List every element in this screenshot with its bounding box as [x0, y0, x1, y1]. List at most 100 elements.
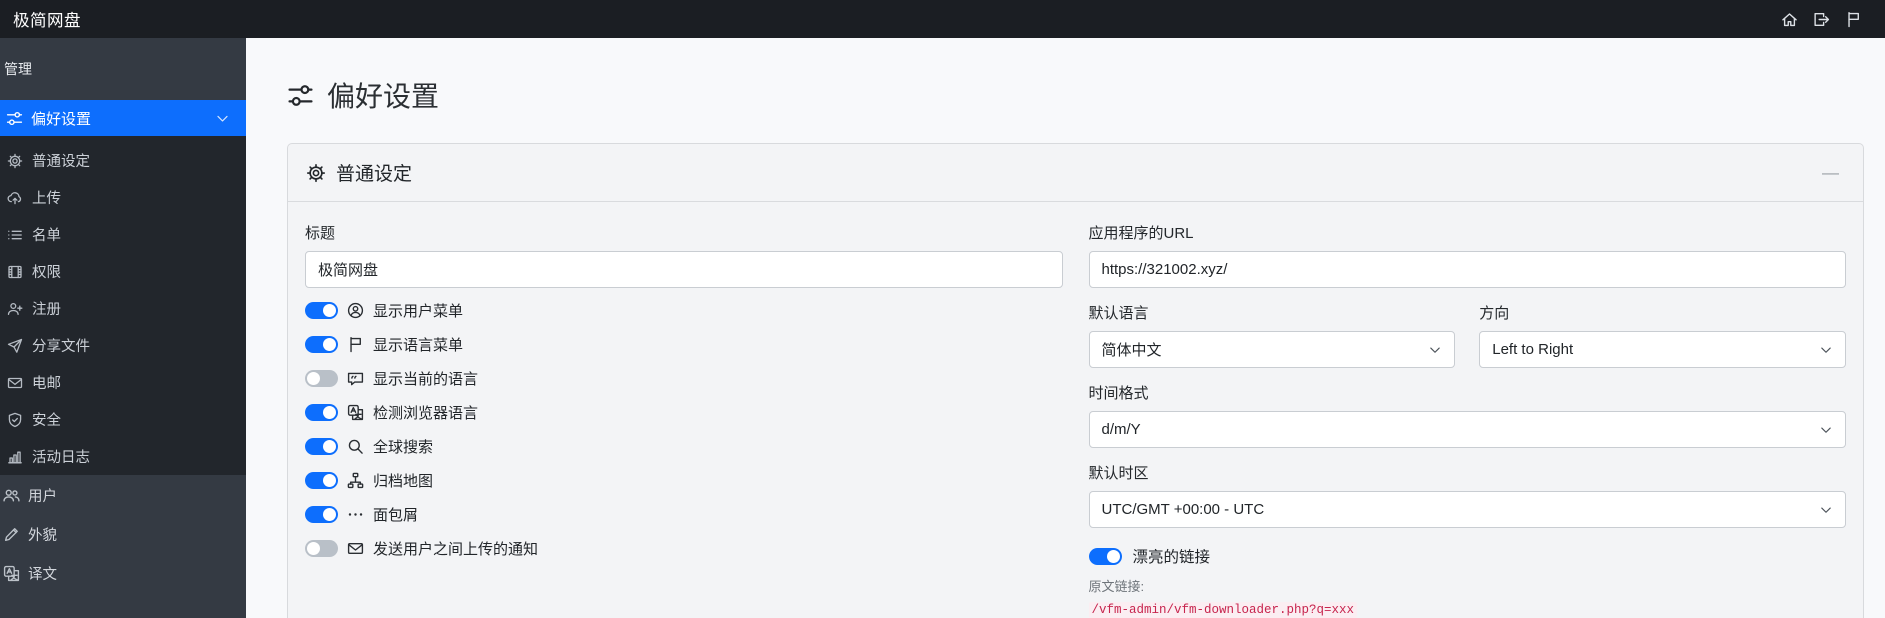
sidebar-subitem-bar-chart[interactable]: 活动日志 [0, 438, 246, 475]
sliders-icon [287, 82, 314, 109]
sidebar-subitem-envelope[interactable]: 电邮 [0, 364, 246, 401]
sidebar-subitem-send[interactable]: 分享文件 [0, 327, 246, 364]
toggle-row: 面包屑 [305, 497, 1063, 531]
sidebar-subitem-label: 分享文件 [32, 339, 90, 355]
pretty-links-label: 漂亮的链接 [1132, 549, 1211, 566]
time-format-select[interactable]: d/m/Y [1088, 411, 1846, 448]
envelope-icon [347, 540, 364, 557]
toggle-label: 检测浏览器语言 [373, 404, 479, 422]
toggle-switch[interactable] [305, 369, 338, 387]
toggle-label: 发送用户之间上传的通知 [373, 540, 539, 558]
sidebar-item-translate[interactable]: 译文 [0, 554, 246, 593]
toggle-label: 全球搜索 [373, 438, 434, 456]
sidebar-submenu: 普通设定上传名单权限注册分享文件电邮安全活动日志 [0, 136, 246, 475]
sidebar-item-preferences[interactable]: 偏好设置 [0, 100, 246, 136]
toggle-row: 归档地图 [305, 463, 1063, 497]
three-dots-icon [347, 506, 364, 523]
sidebar-subitem-label: 活动日志 [32, 450, 90, 466]
toggle-switch[interactable] [305, 539, 338, 557]
sidebar-bottom-section: 用户外貌译文 [0, 475, 246, 618]
sidebar-subitem-label: 上传 [32, 191, 61, 207]
card-header: 普通设定 — [288, 144, 1863, 202]
toggle-label: 显示用户菜单 [373, 302, 464, 320]
original-link-line: /vfm-admin/vfm-downloader.php?q=xxx [1088, 600, 1847, 618]
toggle-switch[interactable] [305, 505, 338, 523]
person-circle-icon [347, 302, 364, 319]
flag-icon[interactable] [1845, 11, 1862, 28]
card-body: 标题 显示用户菜单显示语言菜单显示当前的语言检测浏览器语言全球搜索归档地图面包屑… [288, 202, 1863, 618]
sidebar-subitem-shield-check[interactable]: 安全 [0, 401, 246, 438]
list-icon [7, 227, 23, 243]
url-field-label: 应用程序的URL [1088, 225, 1194, 242]
sidebar-section-admin: 管理 [0, 38, 246, 100]
sidebar-subitem-label: 安全 [32, 413, 61, 429]
home-icon[interactable] [1781, 11, 1798, 28]
translate-icon [347, 404, 364, 421]
toggle-label: 归档地图 [373, 472, 434, 490]
collapse-button[interactable]: — [1816, 160, 1845, 185]
pretty-links-toggle[interactable] [1088, 547, 1122, 565]
language-label: 默认语言 [1088, 305, 1149, 322]
direction-label: 方向 [1479, 305, 1510, 322]
chevron-down-icon [1819, 503, 1833, 517]
sidebar-item-label: 偏好设置 [31, 110, 92, 128]
top-navbar: 极简网盘 [0, 0, 1885, 38]
sidebar-item-label: 外貌 [28, 528, 57, 544]
original-link-code: /vfm-admin/vfm-downloader.php?q=xxx [1088, 602, 1358, 618]
sidebar-item-people[interactable]: 用户 [0, 476, 246, 515]
chat-quote-icon [347, 370, 364, 387]
sidebar-subitem-label: 注册 [32, 302, 61, 318]
bar-chart-icon [7, 449, 23, 465]
send-icon [7, 338, 23, 354]
sidebar-subitem-cloud-upload[interactable]: 上传 [0, 179, 246, 216]
toggle-switch[interactable] [305, 335, 338, 353]
sidebar-subitem-label: 名单 [32, 228, 61, 244]
navbar-icons [1781, 11, 1871, 28]
sidebar-subitem-list[interactable]: 名单 [0, 216, 246, 253]
sidebar-item-pencil[interactable]: 外貌 [0, 515, 246, 554]
card-title: 普通设定 [336, 164, 413, 185]
translate-icon [3, 565, 20, 582]
diagram-icon [347, 472, 364, 489]
toggle-row: 显示当前的语言 [305, 361, 1063, 395]
app-title: 极简网盘 [13, 12, 81, 30]
toggle-switch[interactable] [305, 403, 338, 421]
sidebar-subitem-person-plus[interactable]: 注册 [0, 290, 246, 327]
film-icon [7, 264, 23, 280]
title-input[interactable] [305, 251, 1063, 288]
main-content: 偏好设置 普通设定 — 标题 显示用户菜单显示语言菜单显示当前的语言检测浏览器语… [246, 38, 1885, 618]
time-format-label: 时间格式 [1088, 385, 1149, 402]
language-direction-row: 默认语言 简体中文 方向 Left to Right [1088, 302, 1846, 368]
person-plus-icon [7, 301, 23, 317]
timezone-select[interactable]: UTC/GMT +00:00 - UTC [1088, 491, 1846, 528]
flag-icon [347, 336, 364, 353]
sidebar-subitem-label: 普通设定 [32, 154, 90, 170]
app-url-input[interactable] [1088, 251, 1846, 288]
toggle-switch[interactable] [305, 301, 338, 319]
toggle-list: 显示用户菜单显示语言菜单 显示当前的语言检测浏览器语言 全球搜索归档地图面包屑发送用… [305, 293, 1063, 565]
toggle-switch[interactable] [305, 437, 338, 455]
direction-select[interactable]: Left to Right [1479, 331, 1846, 368]
general-settings-card: 普通设定 — 标题 显示用户菜单显示语言菜单显示当前的语言检测浏览器语言全球搜索… [287, 143, 1864, 618]
sidebar-subitem-label: 电邮 [32, 376, 61, 392]
sidebar-subitem-film[interactable]: 权限 [0, 253, 246, 290]
toggle-row: 检测浏览器语言 [305, 395, 1063, 429]
toggle-row: 发送用户之间上传的通知 [305, 531, 1063, 565]
toggle-row: 显示语言菜单 [305, 327, 1063, 361]
chevron-down-icon [1819, 343, 1833, 357]
toggle-switch[interactable] [305, 471, 338, 489]
toggle-row: 全球搜索 [305, 429, 1063, 463]
language-select[interactable]: 简体中文 [1088, 331, 1456, 368]
sidebar-subitem-gear[interactable]: 普通设定 [0, 142, 246, 179]
toggle-row: 显示用户菜单 [305, 293, 1063, 327]
cloud-upload-icon [7, 190, 23, 206]
gear-icon [306, 163, 326, 183]
toggle-label: 面包屑 [373, 506, 419, 524]
pretty-links-row: 漂亮的链接 [1088, 545, 1847, 567]
left-column: 标题 显示用户菜单显示语言菜单显示当前的语言检测浏览器语言全球搜索归档地图面包屑… [305, 222, 1063, 618]
sidebar-subitem-label: 权限 [32, 265, 61, 281]
logout-icon[interactable] [1813, 11, 1830, 28]
sliders-icon [6, 110, 23, 127]
sidebar: 管理 偏好设置 普通设定上传名单权限注册分享文件电邮安全活动日志 用户外貌译文 [0, 38, 246, 618]
shield-check-icon [7, 412, 23, 428]
